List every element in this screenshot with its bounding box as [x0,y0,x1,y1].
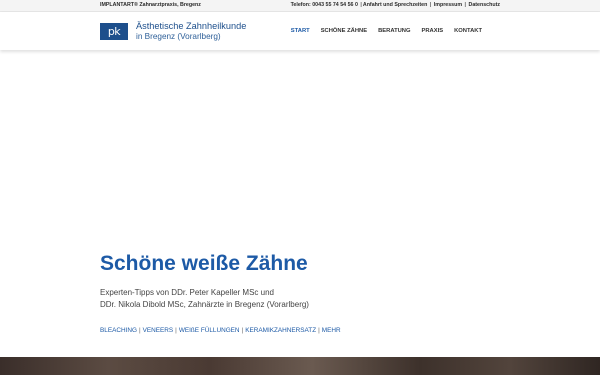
hero-line-1: Experten-Tipps von DDr. Peter Kapeller M… [100,288,275,297]
link-white-fillings[interactable]: WEIßE FÜLLUNGEN [179,327,240,334]
link-bleaching[interactable]: BLEACHING [100,327,137,334]
separator: | [464,2,467,8]
phone-number[interactable]: Telefon: 0043 55 74 54 56 0 [291,2,358,8]
topic-links: BLEACHING | VENEERS | WEIßE FÜLLUNGEN | KERAMI… [100,327,341,334]
brand-line-1: Ästhetische Zahnheilkunde [136,21,247,31]
brand-title[interactable]: Ästhetische Zahnheilkunde in Bregenz (Vo… [136,21,246,42]
brand-line-2: in Bregenz (Vorarlberg) [136,31,221,41]
nav-start[interactable]: START [291,28,310,34]
hero-description: Experten-Tipps von DDr. Peter Kapeller M… [100,287,309,311]
top-info-bar: IMPLANTART® Zahnarztpraxis, Bregenz Tele… [0,0,600,12]
hero-line-2: DDr. Nikola Dibold MSc, Zahnärzte in Bre… [100,300,309,309]
top-links: Telefon: 0043 55 74 54 56 0 |Anfahrt und… [291,0,500,11]
nav-kontakt[interactable]: KONTAKT [454,28,482,34]
link-privacy[interactable]: Datenschutz [469,2,501,8]
nav-beratung[interactable]: BERATUNG [378,28,410,34]
nav-schoene-zaehne[interactable]: SCHÖNE ZÄHNE [321,28,367,34]
link-more[interactable]: MEHR [322,327,341,334]
hero-image-strip [0,357,600,375]
main-navigation: START SCHÖNE ZÄHNE BERATUNG PRAXIS KONTA… [291,28,482,34]
link-directions[interactable]: Anfahrt und Sprechzeiten [363,2,427,8]
logo[interactable]: pk [100,23,128,40]
nav-praxis[interactable]: PRAXIS [422,28,444,34]
hero-title: Schöne weiße Zähne [100,252,308,275]
practice-name: IMPLANTART® Zahnarztpraxis, Bregenz [100,2,201,8]
separator: | [429,2,432,8]
link-veneers[interactable]: VENEERS [143,327,174,334]
site-header: pk Ästhetische Zahnheilkunde in Bregenz … [0,12,600,50]
link-imprint[interactable]: Impressum [434,2,462,8]
link-ceramic-crowns[interactable]: KERAMIKZAHNERSATZ [245,327,316,334]
